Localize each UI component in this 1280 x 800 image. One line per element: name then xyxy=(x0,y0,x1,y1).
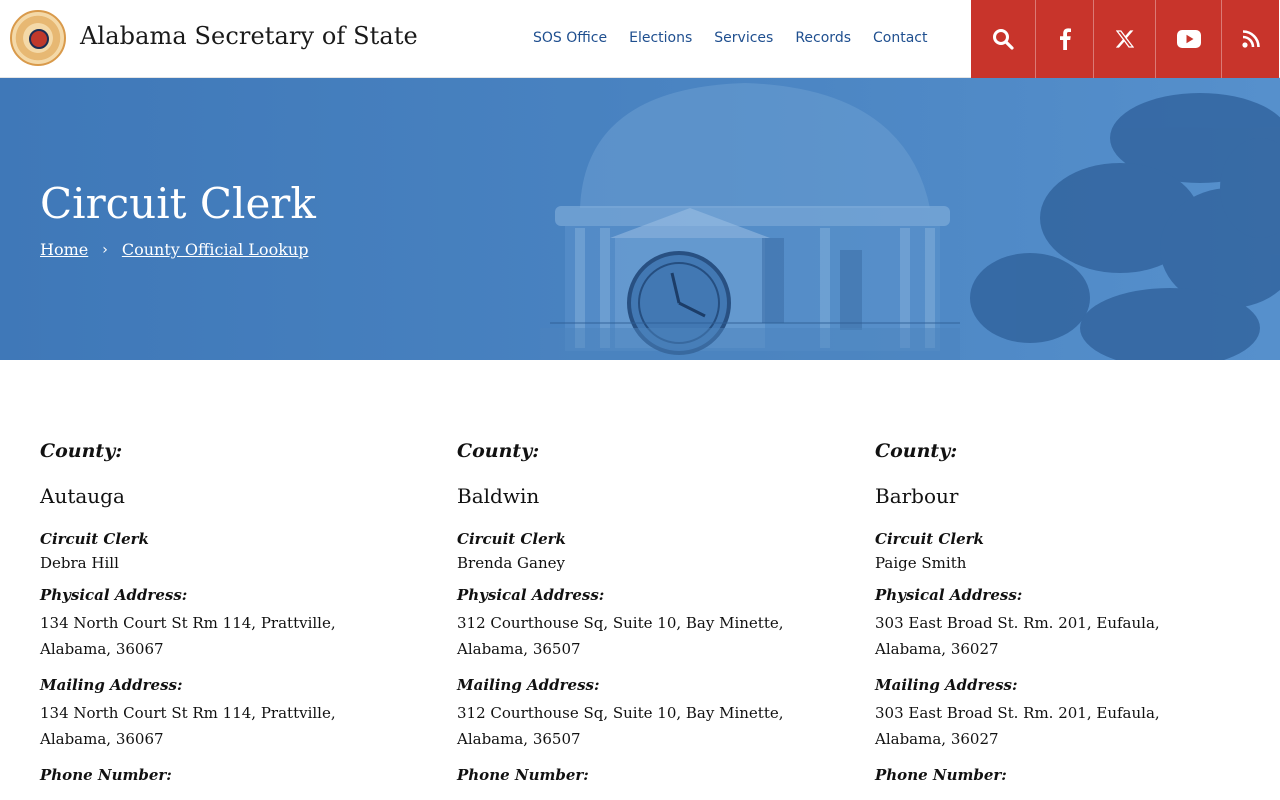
site-header: Alabama Secretary of State SOS Office El… xyxy=(0,0,1280,78)
county-card: County: Autauga Circuit Clerk Debra Hill… xyxy=(40,440,400,784)
mailing-address-label: Mailing Address: xyxy=(875,676,1018,694)
mailing-address: 303 East Broad St. Rm. 201, Eufaula, Ala… xyxy=(875,704,1160,748)
page-hero: Circuit Clerk Home › County Official Loo… xyxy=(0,78,1280,360)
mailing-address: 134 North Court St Rm 114, Prattville, A… xyxy=(40,704,336,748)
mailing-address: 312 Courthouse Sq, Suite 10, Bay Minette… xyxy=(457,704,784,748)
youtube-button[interactable] xyxy=(1155,0,1221,78)
county-name: Baldwin xyxy=(457,484,540,508)
breadcrumb-county-official-lookup[interactable]: County Official Lookup xyxy=(122,240,309,259)
facebook-button[interactable] xyxy=(1035,0,1093,78)
chevron-right-icon: › xyxy=(102,241,108,258)
nav-contact[interactable]: Contact xyxy=(873,30,927,46)
physical-address-label: Physical Address: xyxy=(40,586,188,604)
rss-button[interactable] xyxy=(1221,0,1279,78)
breadcrumb: Home › County Official Lookup xyxy=(40,240,308,259)
role-label: Circuit Clerk xyxy=(457,530,566,548)
x-button[interactable] xyxy=(1093,0,1155,78)
mailing-address-label: Mailing Address: xyxy=(457,676,600,694)
nav-elections[interactable]: Elections xyxy=(629,30,692,46)
nav-services[interactable]: Services xyxy=(714,30,773,46)
youtube-icon xyxy=(1176,30,1201,48)
nav-sos-office[interactable]: SOS Office xyxy=(533,30,607,46)
county-label: County: xyxy=(40,440,123,462)
breadcrumb-home[interactable]: Home xyxy=(40,240,88,259)
main-nav: SOS Office Elections Services Records Co… xyxy=(533,30,949,46)
official-name: Debra Hill xyxy=(40,554,119,572)
rss-icon xyxy=(1241,30,1260,48)
physical-address: 312 Courthouse Sq, Suite 10, Bay Minette… xyxy=(457,614,784,658)
site-title[interactable]: Alabama Secretary of State xyxy=(80,22,418,50)
physical-address: 134 North Court St Rm 114, Prattville, A… xyxy=(40,614,336,658)
page-title: Circuit Clerk xyxy=(40,179,316,228)
facebook-icon xyxy=(1059,28,1071,50)
physical-address-label: Physical Address: xyxy=(457,586,605,604)
physical-address: 303 East Broad St. Rm. 201, Eufaula, Ala… xyxy=(875,614,1160,658)
phone-label: Phone Number: xyxy=(457,766,589,784)
x-twitter-icon xyxy=(1115,30,1134,48)
official-name: Brenda Ganey xyxy=(457,554,565,572)
county-name: Autauga xyxy=(40,484,125,508)
county-label: County: xyxy=(875,440,958,462)
state-seal-logo[interactable] xyxy=(10,10,66,66)
county-card: County: Baldwin Circuit Clerk Brenda Gan… xyxy=(457,440,817,784)
role-label: Circuit Clerk xyxy=(875,530,984,548)
physical-address-label: Physical Address: xyxy=(875,586,1023,604)
phone-label: Phone Number: xyxy=(40,766,172,784)
search-icon xyxy=(993,29,1014,50)
role-label: Circuit Clerk xyxy=(40,530,149,548)
nav-records[interactable]: Records xyxy=(795,30,851,46)
official-name: Paige Smith xyxy=(875,554,967,572)
phone-label: Phone Number: xyxy=(875,766,1007,784)
county-label: County: xyxy=(457,440,540,462)
county-name: Barbour xyxy=(875,484,959,508)
seal-center xyxy=(29,29,49,49)
search-button[interactable] xyxy=(971,0,1035,78)
social-toolbar xyxy=(971,0,1279,78)
mailing-address-label: Mailing Address: xyxy=(40,676,183,694)
county-card: County: Barbour Circuit Clerk Paige Smit… xyxy=(875,440,1235,784)
